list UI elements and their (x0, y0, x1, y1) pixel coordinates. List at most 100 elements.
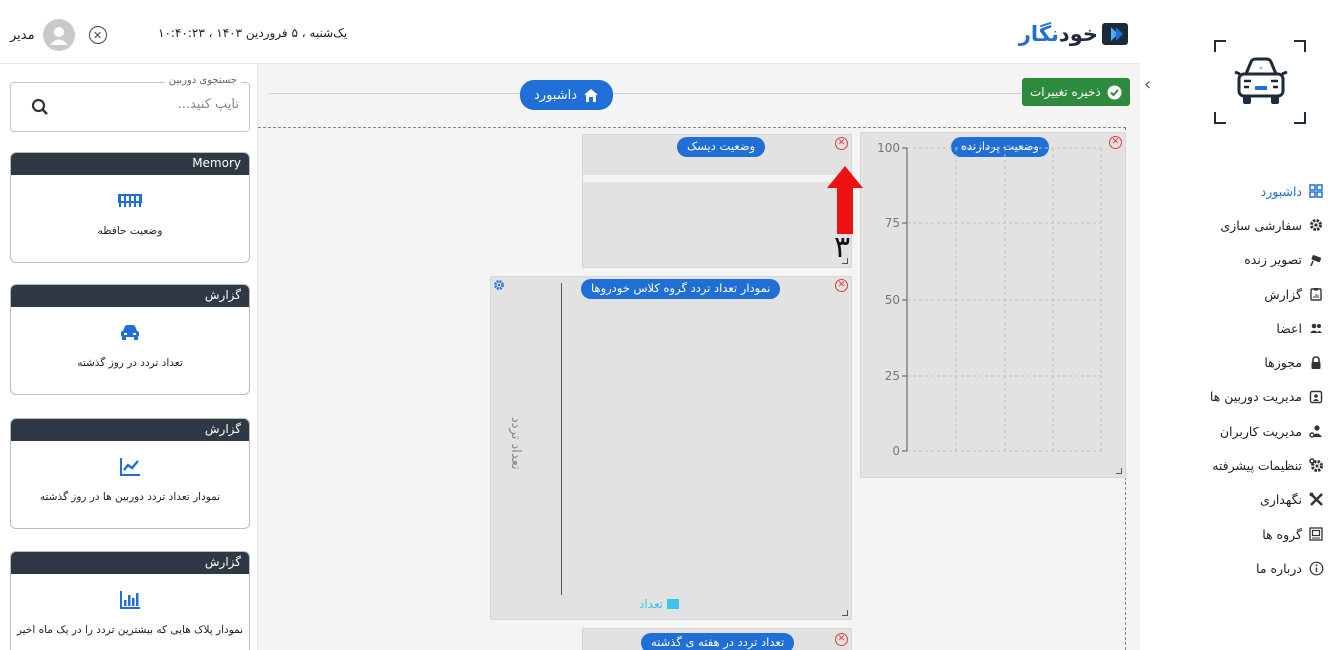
widget-vehicle-class-chart[interactable]: نمودار تعداد تردد گروه کلاس خودروها ✕ تع… (490, 276, 852, 620)
sidebar-item-members[interactable]: اعضا (1146, 311, 1324, 345)
brand-name-part1: خود (1058, 22, 1098, 46)
dashboard-button[interactable]: داشبورد (520, 80, 613, 110)
legend-label: تعداد (639, 597, 664, 611)
sidebar-item-customization[interactable]: سفارشی سازی (1146, 208, 1324, 242)
collapse-chevron-icon[interactable]: › (1144, 74, 1151, 95)
logout-close-icon[interactable]: ✕ (88, 26, 107, 44)
memory-icon (11, 191, 249, 213)
sidebar-item-label: مدیریت دوربین ها (1209, 389, 1302, 405)
widget-close-icon[interactable]: ✕ (835, 279, 848, 292)
sidebar-item-label: تنظیمات پیشرفته (1212, 458, 1302, 474)
widget-disk-status[interactable]: وضعیت دیسک ✕ (582, 134, 852, 268)
brand-logo: خود نگار (1019, 22, 1128, 46)
sidebar-item-groups[interactable]: گروه ها (1146, 517, 1324, 551)
save-changes-button[interactable]: ذخیره تغییرات (1022, 78, 1130, 106)
y-tick-label: 75 (885, 216, 900, 230)
sidebar-item-label: نگهداری (1260, 492, 1302, 508)
widget-title: نمودار تعداد تردد گروه کلاس خودروها (581, 279, 781, 299)
line-chart-icon (11, 457, 249, 479)
sidebar-item-label: اعضا (1276, 320, 1302, 336)
save-changes-label: ذخیره تغییرات (1030, 85, 1101, 99)
sidebar: » › داشبورد سفارشی سازی تصویر زنده گزارش… (1140, 0, 1328, 650)
sidebar-item-report[interactable]: گزارش (1146, 277, 1324, 311)
card-category: گزارش (11, 419, 249, 441)
check-circle-icon (1107, 85, 1122, 99)
cpu-gridlines (907, 147, 1102, 452)
svg-text:»: » (1259, 65, 1263, 72)
sidebar-item-user-management[interactable]: مدیریت کاربران (1146, 414, 1324, 448)
dashboard-button-label: داشبورد (534, 87, 577, 103)
chart-y-axis (561, 283, 562, 595)
widget-weekly-traffic[interactable]: تعداد تردد در هفته ی گذشته ✕ (582, 628, 852, 650)
groups-icon (1308, 526, 1324, 542)
top-header: خود نگار یک‌شنبه ، ۵ فروردین ۱۴۰۳ ، ۱۰:۴۰… (0, 0, 1140, 64)
card-description: وضعیت حافظه (97, 225, 163, 237)
card-description: نمودار تعداد تردد دوربین ها در روز گذشته (39, 491, 221, 503)
brand-name-part2: نگار (1018, 22, 1059, 46)
card-category: گزارش (11, 285, 249, 307)
sidebar-item-label: گروه ها (1262, 526, 1302, 542)
search-input[interactable] (69, 97, 239, 112)
library-card-camera-traffic-chart[interactable]: گزارش نمودار تعداد تردد دوربین ها در روز… (10, 418, 250, 529)
lock-icon (1308, 355, 1324, 371)
sidebar-item-dashboard[interactable]: داشبورد (1146, 174, 1324, 208)
sidebar-item-label: سفارشی سازی (1220, 217, 1302, 233)
sidebar-item-label: داشبورد (1260, 183, 1302, 199)
legend-swatch (667, 599, 680, 609)
sidebar-item-maintenance[interactable]: نگهداری (1146, 483, 1324, 517)
sidebar-item-label: درباره ما (1256, 560, 1302, 576)
widget-close-icon[interactable]: ✕ (835, 137, 848, 150)
brand-mark-icon (1102, 23, 1128, 45)
bar-chart-icon (11, 590, 249, 612)
car-logo: » (1214, 40, 1306, 124)
widget-cpu-status[interactable]: وضعیت پردازنده ✕ 100 75 50 25 0 (860, 132, 1126, 478)
sidebar-item-label: مدیریت کاربران (1219, 423, 1302, 439)
sidebar-item-about[interactable]: درباره ما (1146, 551, 1324, 585)
members-icon (1308, 320, 1324, 336)
sidebar-item-advanced-settings[interactable]: تنظیمات پیشرفته (1146, 448, 1324, 482)
date-time: یک‌شنبه ، ۵ فروردین ۱۴۰۳ ، ۱۰:۴۰:۲۳ (158, 26, 348, 40)
library-card-top-plates-chart[interactable]: گزارش نمودار پلاک هایی که بیشترین تردد ر… (10, 551, 250, 650)
username: مدیر (10, 27, 35, 43)
widget-resize-handle[interactable] (1116, 468, 1122, 474)
avatar[interactable] (42, 19, 75, 51)
card-category: گزارش (11, 552, 249, 574)
clipboard-icon (1308, 286, 1324, 302)
chart-y-axis-label: تعداد تردد (508, 417, 523, 470)
y-tick-label: 50 (885, 293, 900, 307)
sidebar-item-live-view[interactable]: تصویر زنده (1146, 243, 1324, 277)
widget-title: وضعیت دیسک (677, 137, 766, 157)
widget-resize-handle[interactable] (842, 610, 848, 616)
y-tick-label: 0 (892, 444, 900, 458)
dashboard-grid-icon (1308, 183, 1324, 199)
dashboard-canvas: داشبورد ذخیره تغییرات وضعیت پردازنده ✕ 1… (258, 64, 1140, 650)
info-icon (1308, 560, 1324, 576)
card-description: نمودار پلاک هایی که بیشترین تردد را در ی… (16, 624, 244, 636)
sidebar-nav: داشبورد سفارشی سازی تصویر زنده گزارش اعض… (1146, 174, 1324, 586)
annotation-number: ۳ (834, 230, 851, 265)
sidebar-item-label: تصویر زنده (1244, 252, 1302, 268)
disk-bar-track (583, 175, 851, 182)
car-icon (11, 323, 249, 345)
widget-close-icon[interactable]: ✕ (835, 633, 848, 646)
card-description: تعداد تردد در روز گذشته (77, 357, 183, 369)
sidebar-item-label: گزارش (1264, 286, 1302, 302)
sidebar-item-permissions[interactable]: مجوزها (1146, 345, 1324, 379)
cpu-chart: 100 75 50 25 0 (877, 141, 1102, 458)
cctv-camera-icon (1308, 252, 1324, 268)
camera-search-box: جستجوی دوربین (10, 75, 250, 132)
sidebar-item-camera-management[interactable]: مدیریت دوربین ها (1146, 380, 1324, 414)
search-legend: جستجوی دوربین (164, 75, 241, 86)
camera-box-icon (1308, 389, 1324, 405)
library-card-daily-traffic[interactable]: گزارش تعداد تردد در روز گذشته (10, 284, 250, 395)
gear-icon (1308, 217, 1324, 233)
home-icon (584, 88, 598, 102)
library-card-memory[interactable]: Memory وضعیت حافظه (10, 152, 250, 263)
user-gear-icon (1308, 423, 1324, 439)
search-icon[interactable] (31, 98, 49, 120)
y-tick-label: 25 (885, 369, 900, 383)
y-tick-label: 100 (877, 141, 900, 155)
divider (268, 93, 1130, 94)
widget-settings-gear-icon[interactable] (493, 279, 505, 291)
tools-icon (1308, 492, 1324, 508)
